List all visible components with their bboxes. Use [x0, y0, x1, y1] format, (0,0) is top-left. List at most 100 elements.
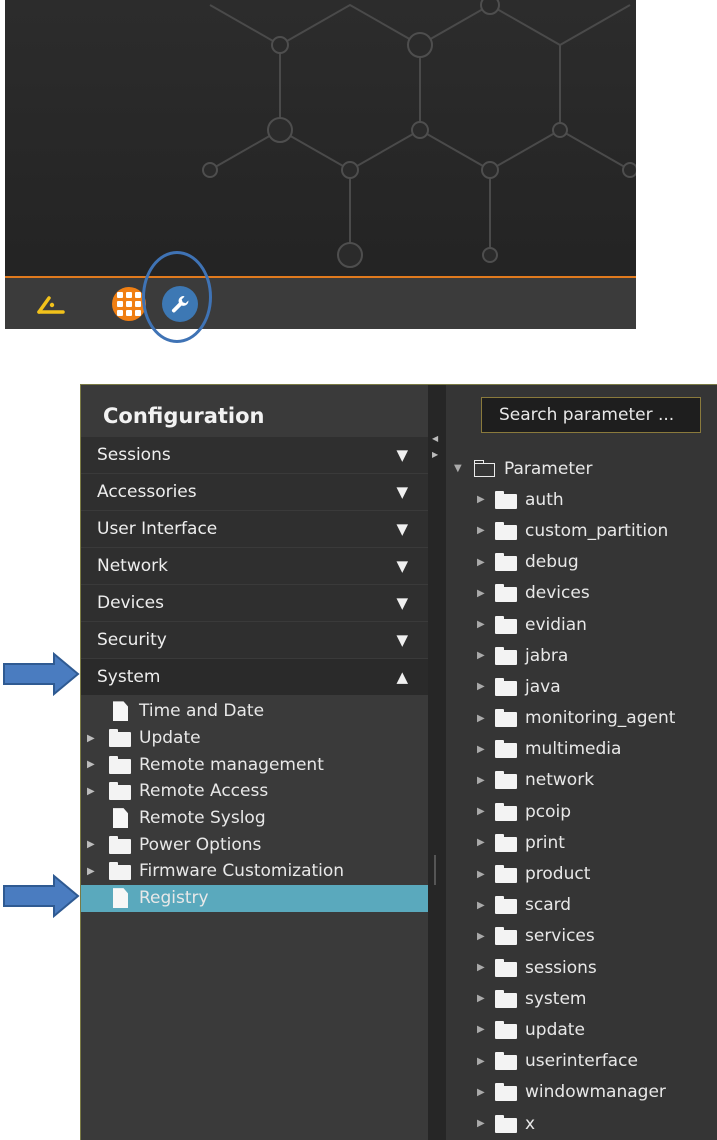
section-sessions[interactable]: Sessions ▼ — [81, 437, 428, 473]
tree-item-x[interactable]: ▶ x — [446, 1108, 717, 1139]
tree-item-label: auth — [525, 489, 564, 510]
tree-item-debug[interactable]: ▶ debug — [446, 547, 717, 578]
expand-arrow-icon[interactable]: ▶ — [87, 759, 101, 770]
tree-item-windowmanager[interactable]: ▶ windowmanager — [446, 1077, 717, 1108]
expand-arrow-icon[interactable]: ▶ — [477, 619, 491, 630]
tree-item-system[interactable]: ▶ system — [446, 983, 717, 1014]
config-right-pane: ▼ Parameter ▶ auth ▶ custom_partition ▶ debug ▶ d… — [446, 385, 717, 1140]
expand-arrow-icon[interactable]: ▶ — [477, 900, 491, 911]
tree-item-label: Time and Date — [139, 701, 265, 722]
expand-arrow-icon[interactable]: ▶ — [477, 744, 491, 755]
tree-item-monitoring-agent[interactable]: ▶ monitoring_agent — [446, 703, 717, 734]
folder-icon — [495, 802, 517, 822]
expand-arrow-icon[interactable]: ▶ — [477, 588, 491, 599]
tree-item-pcoip[interactable]: ▶ pcoip — [446, 796, 717, 827]
expand-arrow-icon[interactable]: ▶ — [477, 525, 491, 536]
tree-item-label: sessions — [525, 957, 597, 978]
collapse-arrow-icon[interactable]: ▼ — [454, 463, 468, 474]
tree-item-update[interactable]: ▶ update — [446, 1014, 717, 1045]
section-label: User Interface — [97, 519, 218, 539]
expand-triangle-icon: ▼ — [396, 483, 408, 501]
tree-item-jabra[interactable]: ▶ jabra — [446, 640, 717, 671]
section-label: Accessories — [97, 482, 197, 502]
expand-arrow-icon[interactable]: ▶ — [477, 1118, 491, 1129]
tree-item-label: update — [525, 1019, 585, 1040]
folder-icon — [495, 1020, 517, 1040]
section-label: System — [97, 667, 161, 687]
tree-item-custom-partition[interactable]: ▶ custom_partition — [446, 515, 717, 546]
open-folder-icon — [474, 460, 496, 478]
tree-item-multimedia[interactable]: ▶ multimedia — [446, 734, 717, 765]
tree-item-product[interactable]: ▶ product — [446, 858, 717, 889]
expand-arrow-icon[interactable]: ▶ — [87, 786, 101, 797]
search-input[interactable] — [481, 397, 701, 433]
expand-arrow-icon[interactable]: ▶ — [477, 993, 491, 1004]
section-system[interactable]: System ▲ — [81, 659, 428, 695]
expand-arrow-icon[interactable]: ▶ — [477, 1056, 491, 1067]
expand-arrow-icon[interactable]: ▶ — [477, 713, 491, 724]
collapse-left-icon[interactable]: ◀ — [432, 435, 438, 443]
expand-arrow-icon[interactable]: ▶ — [477, 869, 491, 880]
tree-item-remote-syslog[interactable]: Remote Syslog — [81, 805, 428, 832]
logo-icon[interactable] — [35, 290, 69, 320]
expand-arrow-icon[interactable]: ▶ — [477, 650, 491, 661]
expand-arrow-icon[interactable]: ▶ — [477, 1087, 491, 1098]
tree-item-userinterface[interactable]: ▶ userinterface — [446, 1046, 717, 1077]
expand-arrow-icon[interactable]: ▶ — [87, 839, 101, 850]
expand-arrow-icon[interactable]: ▶ — [477, 837, 491, 848]
tree-item-remote-management[interactable]: ▶ Remote management — [81, 751, 428, 778]
tree-item-remote-access[interactable]: ▶ Remote Access — [81, 778, 428, 805]
folder-icon — [109, 835, 131, 855]
tree-item-label: product — [525, 864, 591, 885]
section-label: Network — [97, 556, 168, 576]
collapse-right-icon[interactable]: ▶ — [432, 451, 438, 459]
tree-item-scard[interactable]: ▶ scard — [446, 890, 717, 921]
tree-item-update[interactable]: ▶ Update — [81, 725, 428, 752]
expand-arrow-icon[interactable]: ▶ — [87, 866, 101, 877]
tree-item-firmware-customization[interactable]: ▶ Firmware Customization — [81, 858, 428, 885]
section-devices[interactable]: Devices ▼ — [81, 585, 428, 621]
config-left-pane: Configuration Sessions ▼ Accessories ▼ User … — [81, 385, 428, 1140]
expand-arrow-icon[interactable]: ▶ — [477, 775, 491, 786]
expand-arrow-icon[interactable]: ▶ — [87, 733, 101, 744]
collapse-triangle-icon: ▲ — [396, 668, 408, 686]
tree-item-evidian[interactable]: ▶ evidian — [446, 609, 717, 640]
folder-icon — [495, 1082, 517, 1102]
tree-item-sessions[interactable]: ▶ sessions — [446, 952, 717, 983]
expand-arrow-icon[interactable]: ▶ — [477, 1024, 491, 1035]
desktop-screenshot — [5, 0, 636, 329]
tree-item-auth[interactable]: ▶ auth — [446, 484, 717, 515]
tree-item-time-and-date[interactable]: Time and Date — [81, 698, 428, 725]
section-user-interface[interactable]: User Interface ▼ — [81, 511, 428, 547]
apps-grid-icon[interactable] — [112, 287, 146, 321]
expand-arrow-icon[interactable]: ▶ — [477, 931, 491, 942]
section-security[interactable]: Security ▼ — [81, 622, 428, 658]
splitter-grip[interactable] — [434, 855, 436, 885]
tree-item-label: Parameter — [504, 458, 593, 479]
section-network[interactable]: Network ▼ — [81, 548, 428, 584]
tree-item-label: debug — [525, 552, 579, 573]
expand-arrow-icon[interactable]: ▶ — [477, 494, 491, 505]
tree-item-java[interactable]: ▶ java — [446, 671, 717, 702]
file-icon — [109, 888, 131, 908]
tree-item-label: java — [525, 676, 561, 697]
highlight-circle — [142, 251, 212, 343]
tree-item-print[interactable]: ▶ print — [446, 827, 717, 858]
expand-arrow-icon[interactable]: ▶ — [477, 557, 491, 568]
tree-item-network[interactable]: ▶ network — [446, 765, 717, 796]
expand-arrow-icon[interactable]: ▶ — [477, 806, 491, 817]
tree-item-label: Power Options — [139, 834, 262, 855]
tree-item-registry[interactable]: Registry — [81, 884, 428, 912]
expand-arrow-icon[interactable]: ▶ — [477, 962, 491, 973]
tree-item-label: custom_partition — [525, 520, 669, 541]
section-accessories[interactable]: Accessories ▼ — [81, 474, 428, 510]
tree-item-parameter-root[interactable]: ▼ Parameter — [446, 453, 717, 484]
pane-splitter[interactable]: ◀ ▶ — [428, 385, 446, 1140]
folder-icon — [495, 1114, 517, 1134]
tree-item-devices[interactable]: ▶ devices — [446, 578, 717, 609]
tree-item-power-options[interactable]: ▶ Power Options — [81, 831, 428, 858]
tree-item-services[interactable]: ▶ services — [446, 921, 717, 952]
expand-arrow-icon[interactable]: ▶ — [477, 681, 491, 692]
expand-triangle-icon: ▼ — [396, 594, 408, 612]
tree-item-label: evidian — [525, 614, 587, 635]
